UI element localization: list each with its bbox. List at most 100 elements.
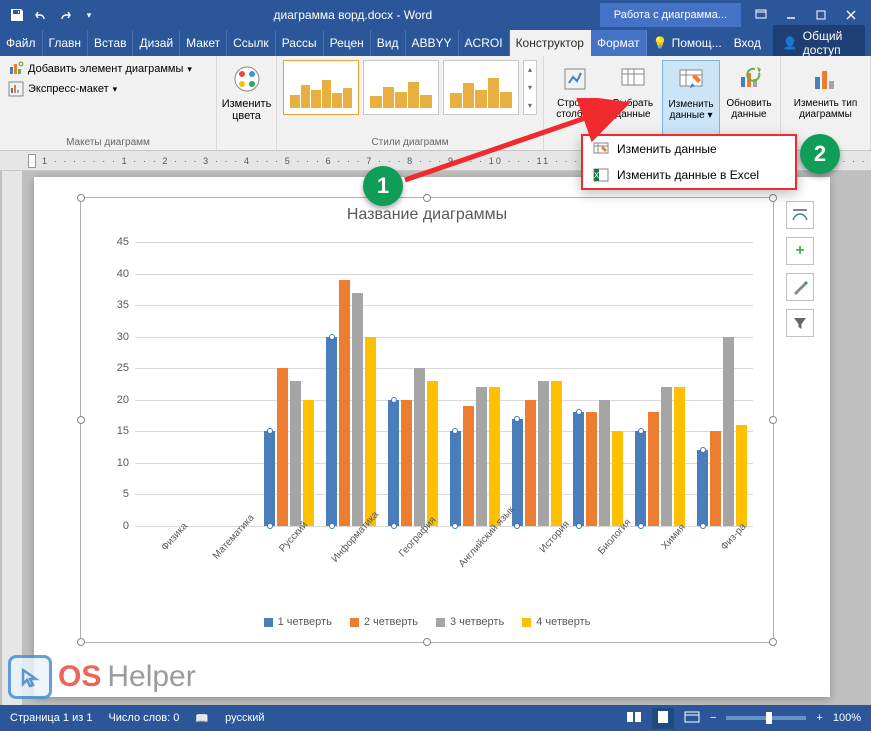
read-mode-icon[interactable] [626, 710, 642, 727]
sign-in-button[interactable]: Вход [734, 36, 761, 50]
bar[interactable] [599, 400, 610, 526]
tab-acrobat[interactable]: ACROI [459, 30, 510, 56]
bar[interactable] [352, 293, 363, 527]
language-indicator[interactable]: русский [225, 712, 264, 724]
bar[interactable] [401, 400, 412, 526]
chart-elements-button[interactable]: + [786, 237, 814, 265]
bar[interactable] [290, 381, 301, 526]
zoom-slider[interactable] [726, 716, 806, 720]
legend-item[interactable]: 2 четверть [350, 616, 418, 628]
bar[interactable] [586, 412, 597, 526]
y-tick-label: 35 [117, 299, 129, 311]
bar[interactable] [427, 381, 438, 526]
bar[interactable] [339, 280, 350, 526]
bar[interactable] [697, 450, 708, 526]
change-chart-type-button[interactable]: Изменить тип диаграммы [786, 60, 866, 120]
tab-mailings[interactable]: Рассы [276, 30, 324, 56]
tab-view[interactable]: Вид [371, 30, 406, 56]
legend-item[interactable]: 4 четверть [522, 616, 590, 628]
tab-layout[interactable]: Макет [180, 30, 227, 56]
bar[interactable] [648, 412, 659, 526]
tab-file[interactable]: Файл [0, 30, 43, 56]
category-group[interactable] [506, 242, 568, 526]
bar[interactable] [264, 431, 275, 526]
category-group[interactable] [197, 242, 259, 526]
category-group[interactable] [320, 242, 382, 526]
zoom-out-button[interactable]: − [710, 712, 716, 724]
zoom-level[interactable]: 100% [833, 712, 861, 724]
bar[interactable] [463, 406, 474, 526]
layout-options-button[interactable] [786, 201, 814, 229]
bar[interactable] [326, 337, 337, 526]
qat-more-icon[interactable]: ▾ [78, 4, 100, 26]
chart-styles-button[interactable] [786, 273, 814, 301]
category-group[interactable] [382, 242, 444, 526]
bar[interactable] [388, 400, 399, 526]
chart-object[interactable]: Название диаграммы 051015202530354045 Фи… [80, 197, 774, 643]
chart-filters-button[interactable] [786, 309, 814, 337]
legend-label: 1 четверть [278, 616, 332, 628]
category-group[interactable] [691, 242, 753, 526]
legend-item[interactable]: 1 четверть [264, 616, 332, 628]
save-icon[interactable] [6, 4, 28, 26]
cursor-icon [8, 655, 52, 699]
y-tick-label: 30 [117, 331, 129, 343]
plot-area[interactable]: 051015202530354045 [135, 242, 753, 526]
print-layout-icon[interactable] [652, 708, 674, 729]
style-thumb[interactable] [283, 60, 359, 115]
tab-format[interactable]: Формат [591, 30, 647, 56]
ribbon-tabs: Файл Главн Встав Дизай Макет Ссылк Рассы… [0, 30, 871, 56]
redo-icon[interactable] [54, 4, 76, 26]
category-group[interactable] [568, 242, 630, 526]
tab-abbyy[interactable]: ABBYY [406, 30, 459, 56]
category-group[interactable] [444, 242, 506, 526]
tab-constructor[interactable]: Конструктор [510, 30, 591, 56]
tab-design[interactable]: Дизай [133, 30, 180, 56]
tab-insert[interactable]: Встав [88, 30, 133, 56]
bar[interactable] [661, 387, 672, 526]
bar[interactable] [551, 381, 562, 526]
watermark-helper: Helper [107, 660, 195, 694]
legend-item[interactable]: 3 четверть [436, 616, 504, 628]
chart-title[interactable]: Название диаграммы [81, 198, 773, 228]
vertical-ruler[interactable] [2, 171, 22, 705]
ribbon-options-icon[interactable] [747, 4, 775, 26]
change-colors-button[interactable]: Изменить цвета [218, 60, 276, 122]
bar[interactable] [525, 400, 536, 526]
zoom-in-button[interactable]: + [816, 712, 822, 724]
bar[interactable] [476, 387, 487, 526]
tell-me[interactable]: Помощ... [672, 36, 722, 50]
add-chart-element-button[interactable]: Добавить элемент диаграммы▾ [6, 60, 210, 78]
callout-one: 1 [363, 166, 403, 206]
page-indicator[interactable]: Страница 1 из 1 [10, 712, 92, 724]
undo-icon[interactable] [30, 4, 52, 26]
tab-home[interactable]: Главн [43, 30, 89, 56]
y-tick-label: 5 [123, 488, 129, 500]
bar[interactable] [635, 431, 646, 526]
tab-references[interactable]: Ссылк [227, 30, 276, 56]
close-icon[interactable] [837, 4, 865, 26]
lightbulb-icon: 💡 [653, 36, 668, 50]
legend-swatch [522, 618, 531, 627]
word-count[interactable]: Число слов: 0 [108, 712, 179, 724]
ruler-left-indent-icon[interactable] [28, 154, 36, 168]
bar[interactable] [414, 368, 425, 526]
bar[interactable] [450, 431, 461, 526]
web-layout-icon[interactable] [684, 710, 700, 727]
maximize-icon[interactable] [807, 4, 835, 26]
bar[interactable] [277, 368, 288, 526]
category-group[interactable] [135, 242, 197, 526]
chart-legend[interactable]: 1 четверть 2 четверть 3 четверть 4 четверть [81, 616, 773, 628]
category-group[interactable] [259, 242, 321, 526]
bar[interactable] [365, 337, 376, 526]
bar[interactable] [723, 337, 734, 526]
category-group[interactable] [629, 242, 691, 526]
quick-layout-button[interactable]: Экспресс-макет▾ [6, 80, 210, 98]
bar[interactable] [573, 412, 584, 526]
spellcheck-icon[interactable]: 📖 [195, 712, 209, 725]
y-tick-label: 40 [117, 268, 129, 280]
tab-review[interactable]: Рецен [324, 30, 371, 56]
minimize-icon[interactable] [777, 4, 805, 26]
bar[interactable] [538, 381, 549, 526]
bar[interactable] [710, 431, 721, 526]
